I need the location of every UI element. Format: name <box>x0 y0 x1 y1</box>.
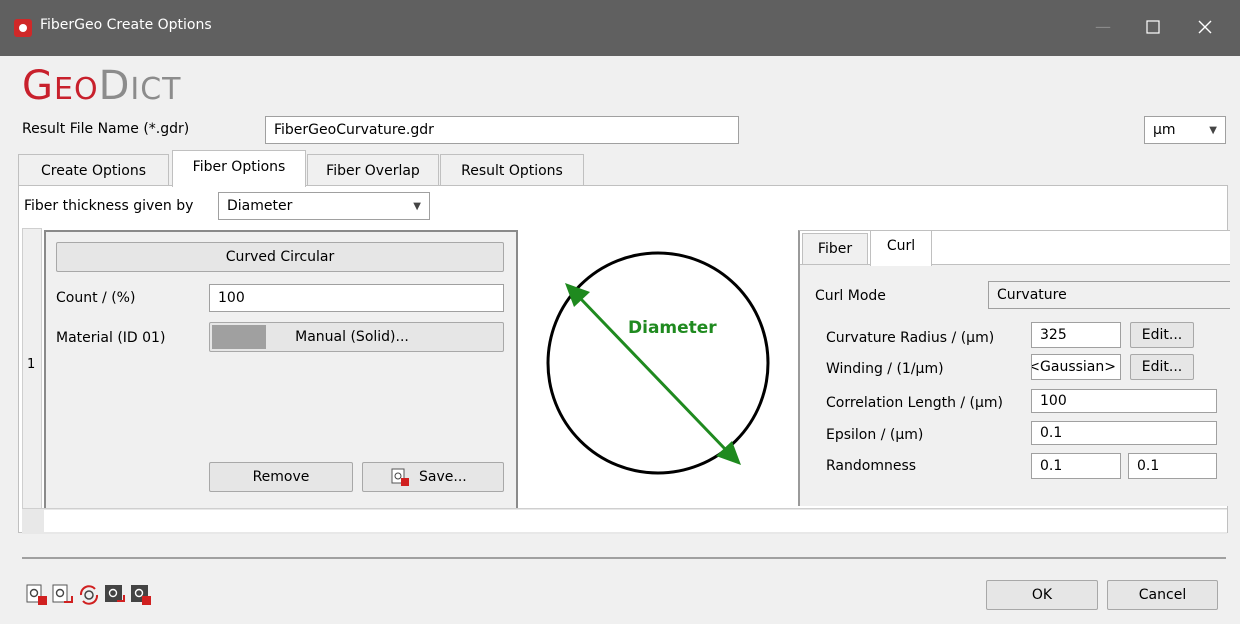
curl-mode-select[interactable]: Curvature <box>988 281 1230 309</box>
diameter-diagram <box>546 251 770 475</box>
unit-select[interactable]: µm ▼ <box>1144 116 1226 144</box>
geodict-logo: GEODICT <box>22 63 182 109</box>
maximize-icon <box>1146 20 1160 34</box>
winding-input[interactable]: <Gaussian> <box>1031 354 1121 380</box>
fiber-thickness-value: Diameter <box>227 198 293 214</box>
randomness-input-1[interactable]: 0.1 <box>1031 453 1121 479</box>
cancel-button[interactable]: Cancel <box>1107 580 1218 610</box>
fiber-cross-section <box>546 251 770 475</box>
fiber-thickness-label: Fiber thickness given by <box>24 198 194 214</box>
fiber-thickness-select[interactable]: Diameter ▼ <box>218 192 430 220</box>
table-scroll-area[interactable] <box>44 510 1227 532</box>
unit-select-value: µm <box>1153 122 1176 138</box>
maximize-button[interactable] <box>1130 0 1176 56</box>
save-macro-icon[interactable] <box>130 584 152 606</box>
correlation-length-input[interactable]: 100 <box>1031 389 1217 413</box>
save-button[interactable]: Save... <box>362 462 504 492</box>
epsilon-input[interactable]: 0.1 <box>1031 421 1217 445</box>
row-number: 1 <box>27 357 36 372</box>
close-icon <box>1198 20 1212 34</box>
app-icon <box>14 19 32 37</box>
winding-label: Winding / (1/µm) <box>826 361 944 377</box>
save-button-label: Save... <box>419 469 467 485</box>
subtab-fiber[interactable]: Fiber <box>802 233 868 265</box>
winding-edit-button[interactable]: Edit... <box>1130 354 1194 380</box>
chevron-down-icon: ▼ <box>1209 125 1217 136</box>
epsilon-label: Epsilon / (µm) <box>826 427 924 443</box>
footer-separator <box>22 557 1226 559</box>
winding-value: <Gaussian> <box>1031 359 1116 375</box>
material-label: Material (ID 01) <box>56 330 166 346</box>
material-button[interactable]: Manual (Solid)... <box>209 322 504 352</box>
remove-button[interactable]: Remove <box>209 462 353 492</box>
curvature-radius-label: Curvature Radius / (µm) <box>826 330 995 346</box>
diameter-label: Diameter <box>628 318 717 338</box>
result-file-input[interactable]: FiberGeoCurvature.gdr <box>265 116 739 144</box>
save-settings-icon[interactable] <box>26 584 48 606</box>
reset-settings-icon[interactable] <box>78 584 100 606</box>
curvature-radius-input[interactable]: 325 <box>1031 322 1121 348</box>
curl-mode-label: Curl Mode <box>815 288 886 304</box>
tab-create-options[interactable]: Create Options <box>18 154 169 186</box>
correlation-length-label: Correlation Length / (µm) <box>826 395 1004 411</box>
tab-fiber-overlap[interactable]: Fiber Overlap <box>307 154 439 186</box>
chevron-down-icon: ▼ <box>413 201 421 212</box>
randomness-input-2[interactable]: 0.1 <box>1128 453 1217 479</box>
ok-button[interactable]: OK <box>986 580 1098 610</box>
load-settings-icon[interactable] <box>52 584 74 606</box>
window-title: FiberGeo Create Options <box>40 17 212 33</box>
count-label: Count / (%) <box>56 290 136 306</box>
fiber-type-button[interactable]: Curved Circular <box>56 242 504 272</box>
close-button[interactable] <box>1182 0 1228 56</box>
subtab-curl[interactable]: Curl <box>870 230 932 266</box>
export-macro-icon[interactable] <box>104 584 126 606</box>
save-fiber-icon <box>391 468 409 486</box>
result-file-label: Result File Name (*.gdr) <box>22 121 190 137</box>
tab-fiber-options[interactable]: Fiber Options <box>172 150 306 187</box>
tab-result-options[interactable]: Result Options <box>440 154 584 186</box>
randomness-label: Randomness <box>826 458 917 474</box>
material-color-swatch <box>212 325 266 349</box>
minimize-button[interactable]: — <box>1080 0 1126 56</box>
material-button-label: Manual (Solid)... <box>295 329 409 345</box>
count-input[interactable]: 100 <box>209 284 504 312</box>
curvature-radius-edit-button[interactable]: Edit... <box>1130 322 1194 348</box>
row-header: 1 <box>22 228 42 534</box>
